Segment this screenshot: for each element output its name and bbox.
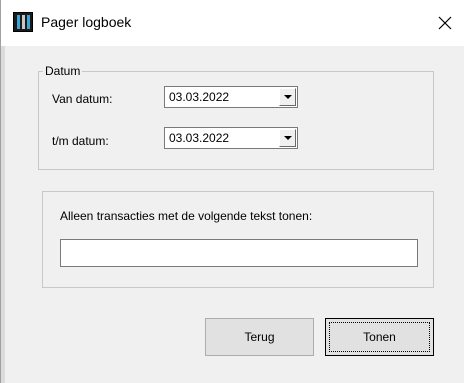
title-bar: Pager logboek (1, 0, 464, 46)
van-datum-value: 03.03.2022 (169, 90, 230, 104)
window-title: Pager logboek (41, 14, 132, 30)
tm-datum-label: t/m datum: (52, 134, 109, 148)
tonen-button[interactable]: Tonen (325, 318, 434, 356)
pager-logboek-dialog: Pager logboek Datum Van datum: 03.03.202… (0, 0, 464, 383)
window-edge (1, 0, 5, 383)
tm-datum-value: 03.03.2022 (169, 131, 230, 145)
van-datum-label: Van datum: (52, 92, 113, 106)
dropdown-arrow-icon (283, 136, 292, 140)
terug-button[interactable]: Terug (205, 318, 314, 356)
filter-label: Alleen transacties met de volgende tekst… (60, 209, 313, 223)
close-button[interactable] (429, 8, 461, 38)
pager-app-icon (13, 12, 33, 32)
tm-datum-combobox[interactable]: 03.03.2022 (164, 127, 298, 149)
terug-button-label: Terug (244, 330, 275, 344)
van-datum-combobox[interactable]: 03.03.2022 (164, 86, 298, 108)
focus-rectangle (329, 322, 430, 352)
van-datum-dropdown-button[interactable] (279, 88, 296, 106)
filter-text-input[interactable] (60, 239, 418, 267)
tm-datum-dropdown-button[interactable] (279, 129, 296, 147)
dropdown-arrow-icon (283, 95, 292, 99)
close-icon (438, 16, 452, 30)
datum-legend: Datum (43, 64, 83, 78)
